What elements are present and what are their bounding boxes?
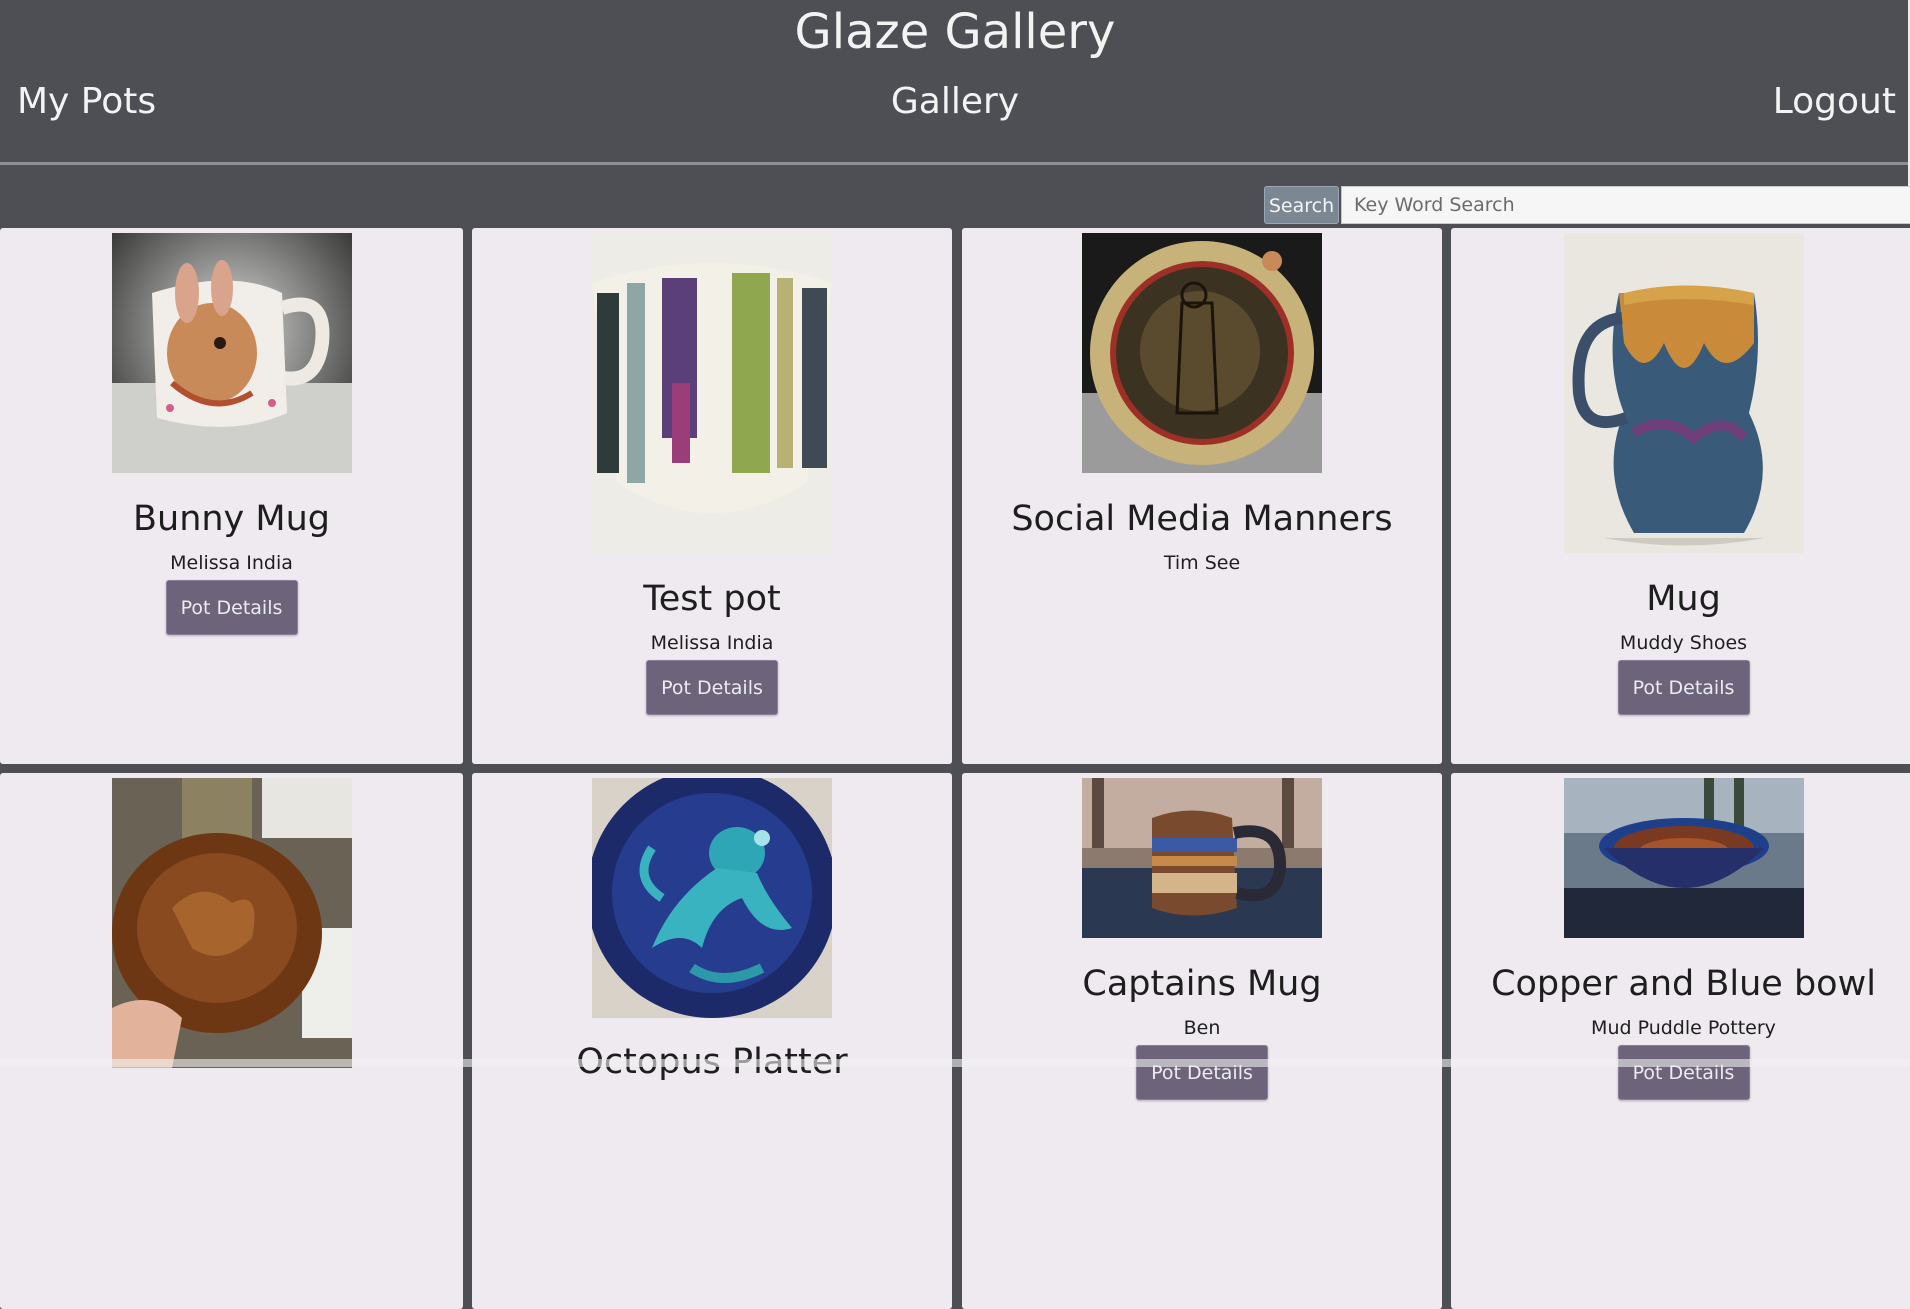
- octopus-platter-photo: [592, 778, 832, 1018]
- nav-my-pots[interactable]: My Pots: [17, 80, 156, 124]
- pot-title: Copper and Blue bowl: [1491, 964, 1876, 1004]
- bunny-mug-photo: [111, 233, 352, 473]
- pot-image[interactable]: [111, 233, 352, 473]
- pot-image[interactable]: [111, 778, 352, 1068]
- pot-card: Bunny Mug Melissa India Pot Details: [0, 228, 463, 764]
- brown-bowl-photo: [111, 778, 352, 1068]
- copper-blue-bowl-photo: [1563, 778, 1804, 938]
- search-input[interactable]: [1341, 186, 1910, 224]
- pot-details-button[interactable]: Pot Details: [646, 660, 778, 715]
- site-header: Glaze Gallery My Pots Gallery Logout: [0, 0, 1910, 165]
- pot-card: Test pot Melissa India Pot Details: [472, 228, 952, 764]
- pot-image[interactable]: [1563, 778, 1804, 938]
- pot-card: Mug Muddy Shoes Pot Details: [1451, 228, 1910, 764]
- pot-card: Captains Mug Ben Pot Details: [962, 773, 1442, 1309]
- nav-gallery[interactable]: Gallery: [805, 80, 1105, 124]
- captains-mug-photo: [1082, 778, 1322, 938]
- search-button[interactable]: Search: [1264, 186, 1339, 224]
- pot-card: [0, 773, 463, 1309]
- striped-glaze-test-pot-photo: [592, 233, 832, 553]
- pot-details-button[interactable]: Pot Details: [1617, 660, 1750, 715]
- pot-title: Social Media Manners: [1011, 499, 1393, 539]
- app-title: Glaze Gallery: [794, 4, 1116, 60]
- pot-image[interactable]: [592, 778, 832, 1018]
- pot-title: Captains Mug: [1082, 964, 1322, 1004]
- pot-artist: Ben: [1183, 1017, 1221, 1039]
- pot-details-button[interactable]: Pot Details: [165, 580, 298, 635]
- pot-artist: Melissa India: [650, 632, 774, 654]
- pot-title: Test pot: [643, 579, 781, 619]
- pot-card: Social Media Manners Tim See: [962, 228, 1442, 764]
- pot-card: Copper and Blue bowl Mud Puddle Pottery …: [1451, 773, 1910, 1309]
- pot-artist: Muddy Shoes: [1619, 632, 1748, 654]
- pot-image[interactable]: [1082, 778, 1322, 938]
- drip-glaze-mug-photo: [1563, 233, 1804, 553]
- pot-title: Mug: [1646, 579, 1721, 619]
- pot-artist: Melissa India: [170, 552, 293, 574]
- pot-image[interactable]: [1563, 233, 1804, 553]
- pot-details-button[interactable]: Pot Details: [1136, 1045, 1268, 1100]
- pot-details-button[interactable]: Pot Details: [1617, 1045, 1750, 1100]
- window-bottom-edge: [0, 1059, 1910, 1067]
- pot-image[interactable]: [592, 233, 832, 553]
- pot-card: Octopus Platter: [472, 773, 952, 1309]
- pot-artist: Tim See: [1163, 552, 1241, 574]
- illustrated-plate-photo: [1082, 233, 1322, 473]
- header-divider: [0, 162, 1910, 165]
- nav-logout[interactable]: Logout: [1773, 80, 1896, 124]
- pot-artist: Mud Puddle Pottery: [1591, 1017, 1776, 1039]
- pot-title: Bunny Mug: [133, 499, 330, 539]
- pot-image[interactable]: [1082, 233, 1322, 473]
- search-bar: Search: [1264, 186, 1910, 224]
